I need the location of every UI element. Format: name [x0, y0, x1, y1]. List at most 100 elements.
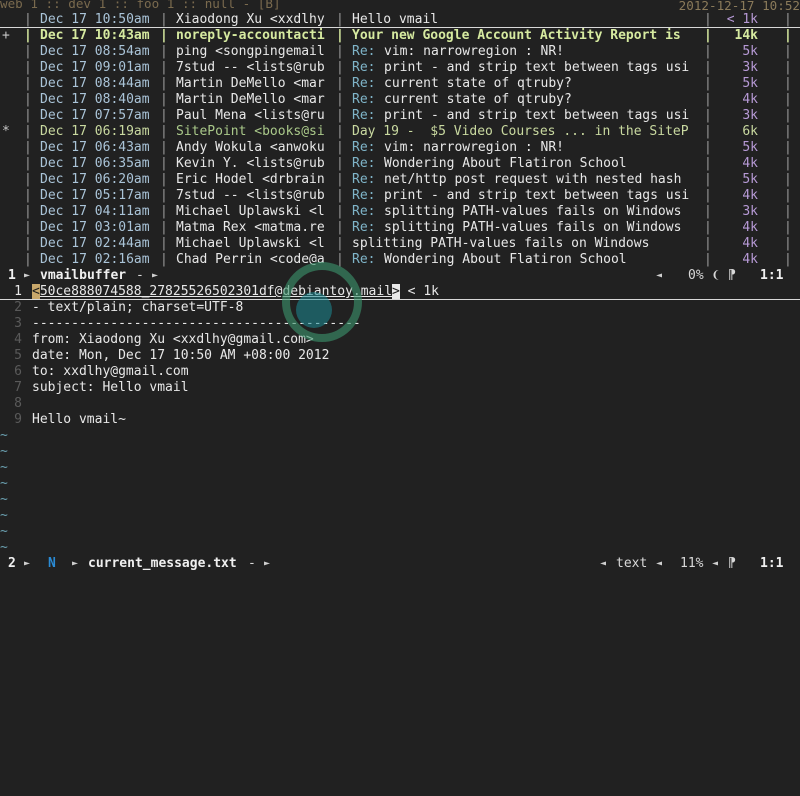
line-number: 7: [14, 380, 22, 395]
filetype: text: [616, 556, 648, 571]
message-date: Dec 17 06:20am: [40, 172, 150, 187]
message-date: Dec 17 02:16am: [40, 252, 150, 267]
column-separator: |: [160, 76, 168, 91]
window-manager-bar: web 1 :: dev 1 :: foo 1 :: null - [B] 20…: [0, 0, 800, 12]
separator-arrow-left-icon: ◄: [600, 558, 607, 569]
message-subject: splitting PATH-values fails on Windows: [384, 204, 682, 219]
message-subject: Wondering About Flatiron School: [384, 156, 627, 171]
message-row[interactable]: | Dec 17 02:16am | Chad Perrin <code@a | Re: W…: [0, 252, 800, 268]
cursor-position: 1:1: [760, 556, 784, 571]
message-sender: 7stud -- <lists@rub: [176, 188, 325, 203]
message-row[interactable]: | Dec 17 08:44am | Martin DeMello <mar | Re: c…: [0, 76, 800, 92]
message-row[interactable]: | Dec 17 02:44am | Michael Uplawski <l | spli…: [0, 236, 800, 252]
line-number: 4: [14, 332, 22, 347]
message-line[interactable]: 2 - text/plain; charset=UTF-8: [0, 300, 800, 316]
message-size: 3k: [742, 108, 758, 123]
message-size: 3k: [742, 60, 758, 75]
message-sender: Martin DeMello <mar: [176, 76, 325, 91]
message-subject: print - and strip text between tags usi: [384, 108, 690, 123]
message-row[interactable]: | Dec 17 06:20am | Eric Hodel <drbrain | Re: n…: [0, 172, 800, 188]
message-row[interactable]: | Dec 17 09:01am | 7stud -- <lists@rub | Re: p…: [0, 60, 800, 76]
column-separator: |: [336, 44, 344, 59]
column-separator: |: [160, 140, 168, 155]
column-separator: |: [24, 28, 32, 43]
message-size: 14k: [734, 28, 758, 43]
message-row[interactable]: | Dec 17 08:40am | Martin DeMello <mar | Re: c…: [0, 92, 800, 108]
buffer-name: vmailbuffer: [40, 268, 127, 283]
message-date: Dec 17 06:43am: [40, 140, 150, 155]
message-line[interactable]: 1 <50ce888074588_27825526502301df@debiant…: [0, 284, 800, 300]
message-subject: Wondering About Flatiron School: [384, 252, 627, 267]
message-sender: Andy Wokula <anwoku: [176, 140, 325, 155]
message-list[interactable]: | Dec 17 10:50am | Xiaodong Xu <xxdlhy | Hell…: [0, 12, 800, 268]
message-row[interactable]: | Dec 17 07:57am | Paul Mena <lists@ru | Re: p…: [0, 108, 800, 124]
line-number: 3: [14, 316, 22, 331]
column-separator: |: [704, 140, 712, 155]
message-subject: splitting PATH-values fails on Windows: [384, 220, 682, 235]
message-subject: Hello vmail: [352, 12, 439, 27]
column-separator: |: [24, 188, 32, 203]
message-size: 5k: [742, 76, 758, 91]
message-line[interactable]: 5 date: Mon, Dec 17 10:50 AM +08:00 2012: [0, 348, 800, 364]
line-flag-icon: ⁋: [728, 268, 736, 283]
column-separator: |: [160, 156, 168, 171]
column-separator: |: [784, 220, 792, 235]
message-line[interactable]: 9 Hello vmail~: [0, 412, 800, 428]
column-separator: |: [704, 156, 712, 171]
message-line[interactable]: 8: [0, 396, 800, 412]
message-line[interactable]: 3 ---------------------------------------…: [0, 316, 800, 332]
reply-prefix: Re:: [352, 76, 376, 91]
column-separator: |: [24, 108, 32, 123]
message-id-line: <50ce888074588_27825526502301df@debianto…: [32, 284, 439, 300]
message-size: 5k: [742, 44, 758, 59]
column-separator: |: [784, 28, 792, 43]
message-line[interactable]: 7 subject: Hello vmail: [0, 380, 800, 396]
message-row[interactable]: * | Dec 17 06:19am | SitePoint <books@si | Day…: [0, 124, 800, 140]
message-sender: Michael Uplawski <l: [176, 204, 325, 219]
reply-prefix: Re:: [352, 172, 376, 187]
column-separator: |: [336, 188, 344, 203]
mode-indicator: N: [48, 556, 56, 571]
message-row[interactable]: | Dec 17 05:17am | 7stud -- <lists@rub | Re: p…: [0, 188, 800, 204]
bracket-match: >: [392, 284, 400, 299]
column-separator: |: [784, 76, 792, 91]
empty-line-tilde: ~: [0, 492, 8, 507]
scroll-percent: 11%: [680, 556, 704, 571]
message-row[interactable]: | Dec 17 06:35am | Kevin Y. <lists@rub | Re: W…: [0, 156, 800, 172]
reply-prefix: Re:: [352, 188, 376, 203]
line-number: 1: [14, 284, 22, 299]
message-date: Dec 17 02:44am: [40, 236, 150, 251]
message-subject: vim: narrowregion : NR!: [384, 44, 565, 59]
message-row[interactable]: | Dec 17 10:50am | Xiaodong Xu <xxdlhy | Hell…: [0, 12, 800, 28]
workspace-list[interactable]: web 1 :: dev 1 :: foo 1 :: null - [B]: [0, 0, 281, 10]
column-separator: |: [336, 204, 344, 219]
column-separator: |: [160, 204, 168, 219]
column-separator: |: [336, 124, 344, 139]
message-row[interactable]: + | Dec 17 10:43am | noreply-accountacti | You…: [0, 28, 800, 44]
column-separator: |: [160, 108, 168, 123]
reply-prefix: Re:: [352, 44, 376, 59]
message-size: 5k: [742, 172, 758, 187]
reply-prefix: Re:: [352, 156, 376, 171]
message-subject: Your new Google Account Activity Report …: [352, 28, 681, 43]
message-size: 4k: [742, 220, 758, 235]
message-row[interactable]: | Dec 17 04:11am | Michael Uplawski <l | Re: s…: [0, 204, 800, 220]
message-size: < 1k: [399, 284, 439, 299]
message-row[interactable]: | Dec 17 08:54am | ping <songpingemail | Re: v…: [0, 44, 800, 60]
message-sender: SitePoint <books@si: [176, 124, 325, 139]
message-line[interactable]: 4 from: Xiaodong Xu <xxdlhy@gmail.com>: [0, 332, 800, 348]
column-separator: |: [160, 220, 168, 235]
message-line[interactable]: 6 to: xxdlhy@gmail.com: [0, 364, 800, 380]
message-row[interactable]: | Dec 17 03:01am | Matma Rex <matma.re | Re: s…: [0, 220, 800, 236]
reply-prefix: Re:: [352, 252, 376, 267]
message-sender: noreply-accountacti: [176, 28, 325, 43]
empty-line-tilde: ~: [0, 540, 8, 555]
message-text: to: xxdlhy@gmail.com: [32, 364, 189, 379]
column-separator: |: [784, 60, 792, 75]
column-separator: |: [336, 92, 344, 107]
message-view[interactable]: 1 <50ce888074588_27825526502301df@debiant…: [0, 284, 800, 556]
buffer-number: 2: [8, 556, 16, 571]
message-size: < 1k: [726, 12, 758, 27]
column-separator: |: [24, 172, 32, 187]
message-row[interactable]: | Dec 17 06:43am | Andy Wokula <anwoku | Re: v…: [0, 140, 800, 156]
